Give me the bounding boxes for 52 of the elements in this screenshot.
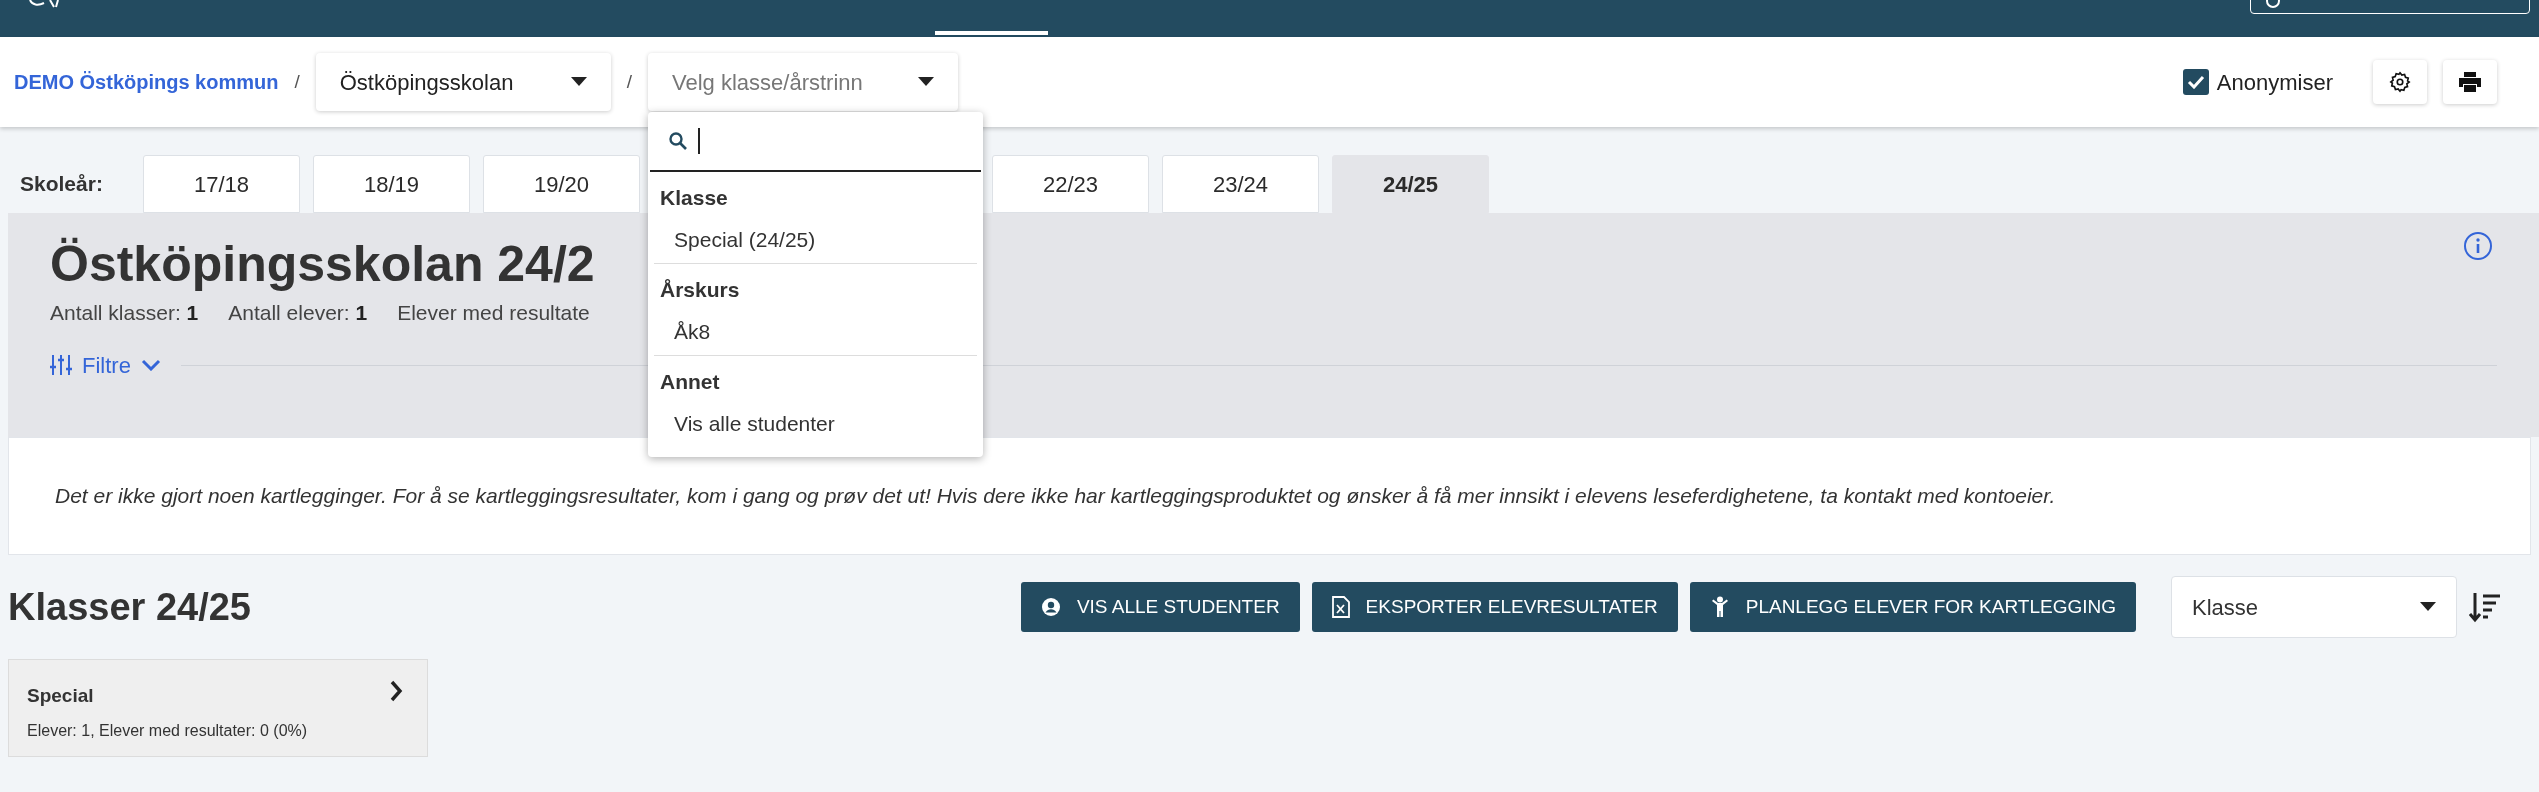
print-button[interactable] — [2443, 60, 2497, 104]
sort-select[interactable]: Klasse — [2171, 576, 2457, 638]
year-tab[interactable]: 17/18 — [143, 155, 300, 213]
stat-text: Antall klasser: 1 — [50, 300, 199, 326]
user-circle-icon — [1040, 597, 1061, 617]
class-details: Elever: 1, Elever med resultater: 0 (0%) — [27, 720, 309, 741]
action-button[interactable]: PLANLEGG ELEVER FOR KARTLEGGING — [1689, 582, 2136, 632]
dropdown-option[interactable]: Åk8 — [654, 307, 978, 355]
chevron-right-icon — [389, 680, 403, 702]
school-select[interactable]: Östköpingsskolan — [315, 53, 611, 111]
class-name: Special — [27, 684, 94, 708]
year-tab[interactable]: 18/19 — [313, 155, 470, 213]
sort-descending-icon[interactable] — [2469, 591, 2501, 623]
school-year-label: Skoleår: — [20, 171, 104, 198]
breadcrumb-separator: / — [626, 69, 633, 94]
school-title: Östköpingsskolan 24/2 — [50, 235, 595, 294]
no-results-message: Det er ikke gjort noen kartlegginger. For å se kartleggingsresultater, kom i gang og prøv det ut! Hvis dere ikke har kartleggingsproduktet og ønsker å få mer innsikt i elevens leseferdighetene, ta kontakt med kontoeier. — [55, 483, 2056, 510]
dropdown-option[interactable]: Vis alle studenter — [654, 399, 978, 447]
class-select[interactable]: Velg klasse/årstrinn — [648, 53, 959, 111]
filter-toggle[interactable]: Filtre — [50, 348, 161, 382]
spreadsheet-file-icon — [1331, 596, 1350, 618]
stat-text: Elever med resultate — [397, 300, 590, 326]
action-button[interactable]: VIS ALLE STUDENTER — [1020, 582, 1300, 632]
action-button[interactable]: EKSPORTER ELEVRESULTATER — [1311, 582, 1678, 632]
caret-icon — [918, 77, 935, 87]
checkmark-icon — [2186, 75, 2205, 89]
classes-title: Klasser 24/25 — [8, 584, 251, 630]
anonymize-label: Anonymiser — [2216, 68, 2333, 97]
group-heading: Klasse — [659, 185, 729, 211]
year-tab[interactable]: 23/24 — [1162, 155, 1319, 213]
breadcrumb-separator: / — [294, 69, 300, 94]
info-icon[interactable] — [2463, 231, 2493, 261]
organization-link[interactable]: DEMO Östköpings kommun — [14, 67, 279, 97]
year-tab[interactable]: 22/23 — [992, 155, 1149, 213]
year-tab[interactable]: 19/20 — [483, 155, 640, 213]
dropdown-option[interactable]: Special (24/25) — [654, 215, 978, 263]
group-heading: Annet — [659, 369, 721, 395]
print-icon — [2459, 72, 2481, 92]
person-arms-raised-icon — [1709, 596, 1730, 618]
stat-text: Antall elever: 1 — [228, 300, 368, 326]
group-heading: Årskurs — [659, 277, 741, 303]
caret-icon — [2420, 602, 2436, 612]
year-tab[interactable]: 24/25 — [1332, 155, 1489, 213]
anonymize-checkbox[interactable] — [2182, 69, 2209, 95]
class-card[interactable]: Special Elever: 1, Elever med resultater: 0 (0%) — [8, 659, 428, 757]
text-cursor — [698, 128, 701, 154]
sliders-icon — [50, 355, 72, 375]
settings-button[interactable] — [2373, 60, 2427, 104]
caret-icon — [570, 77, 587, 87]
search-icon — [668, 131, 689, 151]
settings-icon — [2389, 71, 2411, 93]
chevron-down-icon — [140, 359, 161, 371]
